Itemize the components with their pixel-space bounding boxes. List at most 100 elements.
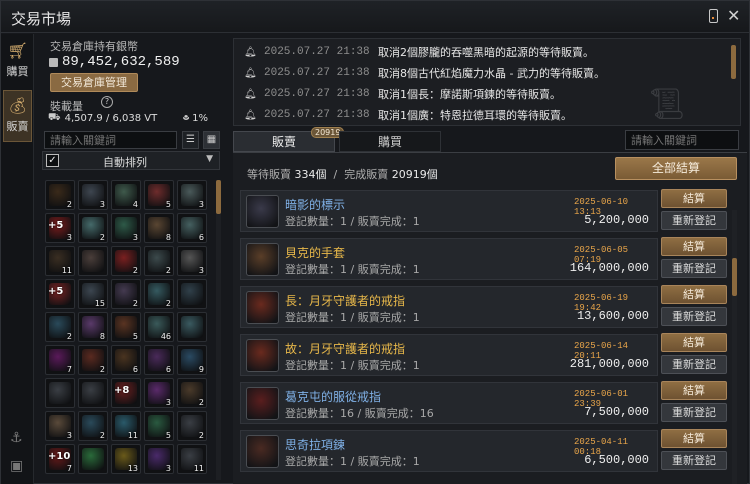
inventory-slot[interactable]: 2	[177, 411, 207, 441]
item-icon	[49, 382, 71, 404]
settle-button[interactable]: 結算	[661, 333, 727, 352]
settle-button[interactable]: 結算	[661, 381, 727, 400]
storage-icon[interactable]: ▣	[10, 458, 23, 474]
nav-sell-button[interactable]: 💰︎ 販賣	[3, 90, 32, 142]
anchor-icon[interactable]: ⚓︎	[10, 430, 23, 446]
inventory-slot[interactable]: 13	[111, 444, 141, 474]
inventory-scrollbar[interactable]	[216, 180, 221, 480]
inventory-slot[interactable]: 3	[177, 246, 207, 276]
settle-all-button[interactable]: 全部結算	[615, 157, 737, 180]
inventory-slot[interactable]: 3	[45, 411, 75, 441]
inventory-slot[interactable]: 2	[144, 279, 174, 309]
relist-button[interactable]: 重新登記	[661, 211, 727, 230]
inventory-slot[interactable]: 2	[78, 345, 108, 375]
inventory-slot[interactable]: +10 7	[45, 444, 75, 474]
inventory-slot[interactable]	[78, 444, 108, 474]
inventory-slot[interactable]: 11	[177, 444, 207, 474]
inventory-slot[interactable]	[45, 378, 75, 408]
inventory-slot[interactable]: 8	[144, 213, 174, 243]
chevron-down-icon[interactable]: ▼	[206, 154, 213, 164]
window-title: 交易市場	[11, 10, 72, 28]
relist-button[interactable]: 重新登記	[661, 259, 727, 278]
silver-icon	[49, 57, 58, 67]
auto-sort-checkbox[interactable]: ✓	[46, 154, 59, 167]
sales-search-input[interactable]	[625, 130, 739, 150]
scroll-decoration-icon: 📜︎	[648, 87, 687, 122]
inventory-slot[interactable]: 3	[177, 180, 207, 210]
inventory-slot[interactable]: 2	[177, 378, 207, 408]
item-count: 9	[198, 365, 204, 374]
inventory-slot[interactable]: 3	[78, 180, 108, 210]
silver-value: 89,452,632,589	[62, 54, 180, 70]
inventory-slot[interactable]: 11	[45, 246, 75, 276]
settle-button[interactable]: 結算	[661, 189, 727, 208]
list-view-icon[interactable]: ☰	[182, 131, 199, 149]
inventory-slot[interactable]: 6	[111, 345, 141, 375]
help-icon[interactable]: ?	[101, 96, 113, 108]
inventory-slot[interactable]: 2	[144, 246, 174, 276]
inventory-slot[interactable]: 5	[111, 312, 141, 342]
inventory-slot[interactable]: 2	[45, 180, 75, 210]
item-count: 4	[132, 200, 138, 209]
sales-item-row[interactable]: 暗影的標示 登記數量：1 / 販賣完成：1 2025-06-10 13:13 5,20…	[240, 190, 658, 232]
inventory-slot[interactable]: 4	[111, 180, 141, 210]
inventory-slot[interactable]: 2	[45, 312, 75, 342]
inventory-slot[interactable]: +8	[111, 378, 141, 408]
item-count: 3	[99, 200, 105, 209]
inventory-slot[interactable]	[177, 279, 207, 309]
relist-button[interactable]: 重新登記	[661, 307, 727, 326]
sales-item-row[interactable]: 葛克屯的服從戒指 登記數量：16 / 販賣完成：16 2025-06-01 23:3…	[240, 382, 658, 424]
notice-scroll-thumb[interactable]	[731, 45, 736, 79]
inventory-scroll-thumb[interactable]	[216, 180, 221, 214]
inventory-slot[interactable]: 3	[144, 378, 174, 408]
item-name: 葛克屯的服從戒指	[285, 390, 382, 404]
inventory-slot[interactable]: 6	[177, 213, 207, 243]
sales-item-row[interactable]: 故：月牙守護者的戒指 登記數量：1 / 販賣完成：1 2025-06-14 20:1…	[240, 334, 658, 376]
sales-list-scroll-thumb[interactable]	[732, 258, 737, 296]
inventory-slot[interactable]: 8	[78, 312, 108, 342]
inventory-slot[interactable]: 2	[111, 279, 141, 309]
item-count: 2	[165, 299, 171, 308]
grid-view-icon[interactable]: ▦	[203, 131, 220, 149]
inventory-slot[interactable]: 2	[78, 213, 108, 243]
inventory-slot[interactable]: 3	[111, 213, 141, 243]
item-icon	[82, 382, 104, 404]
close-icon[interactable]: ✕	[727, 6, 740, 25]
warehouse-manage-button[interactable]: 交易倉庫管理	[50, 73, 138, 92]
nav-buy-button[interactable]: 🛒︎ 購買	[3, 36, 32, 88]
relist-button[interactable]: 重新登記	[661, 451, 727, 470]
inventory-slot[interactable]	[78, 246, 108, 276]
inventory-slot[interactable]: 2	[111, 246, 141, 276]
inventory-slot[interactable]: 3	[144, 444, 174, 474]
relist-button[interactable]: 重新登記	[661, 355, 727, 374]
inventory-slot[interactable]: 46	[144, 312, 174, 342]
sales-item-row[interactable]: 長：月牙守護者的戒指 登記數量：1 / 販賣完成：1 2025-06-19 19:4…	[240, 286, 658, 328]
done-label: 完成販賣	[344, 168, 389, 181]
inventory-slot[interactable]: 5	[144, 411, 174, 441]
side-navigation: 🛒︎ 購買 💰︎ 販賣 ⚓︎ ▣	[1, 34, 34, 484]
weight-value: 4,507.9 / 6,038 VT	[64, 113, 158, 124]
inventory-slot[interactable]: 9	[177, 345, 207, 375]
inventory-slot[interactable]: 5	[144, 180, 174, 210]
sales-list-scrollbar[interactable]	[732, 210, 737, 484]
settle-button[interactable]: 結算	[661, 237, 727, 256]
notice-text: 取消8個古代紅焰魔力水晶 - 武力的等待販賣。	[378, 67, 605, 80]
phone-icon[interactable]	[709, 9, 718, 23]
sales-item-row[interactable]: 思奇拉項鍊 登記數量：1 / 販賣完成：1 2025-04-11 00:18 6,50…	[240, 430, 658, 472]
inventory-slot[interactable]: 7	[45, 345, 75, 375]
auto-sort-row[interactable]: ✓ 自動排列 ▼	[42, 151, 220, 170]
sales-item-row[interactable]: 貝克的手套 登記數量：1 / 販賣完成：1 2025-06-05 07:19 164,…	[240, 238, 658, 280]
inventory-slot[interactable]: +5	[45, 279, 75, 309]
relist-button[interactable]: 重新登記	[661, 403, 727, 422]
inventory-slot[interactable]	[78, 378, 108, 408]
tab-buy[interactable]: 購買	[339, 131, 441, 152]
inventory-slot[interactable]	[177, 312, 207, 342]
inventory-slot[interactable]: +5 3	[45, 213, 75, 243]
settle-button[interactable]: 結算	[661, 429, 727, 448]
inventory-slot[interactable]: 11	[111, 411, 141, 441]
inventory-slot[interactable]: 2	[78, 411, 108, 441]
inventory-search-input[interactable]	[44, 131, 177, 149]
inventory-slot[interactable]: 15	[78, 279, 108, 309]
settle-button[interactable]: 結算	[661, 285, 727, 304]
inventory-slot[interactable]: 6	[144, 345, 174, 375]
